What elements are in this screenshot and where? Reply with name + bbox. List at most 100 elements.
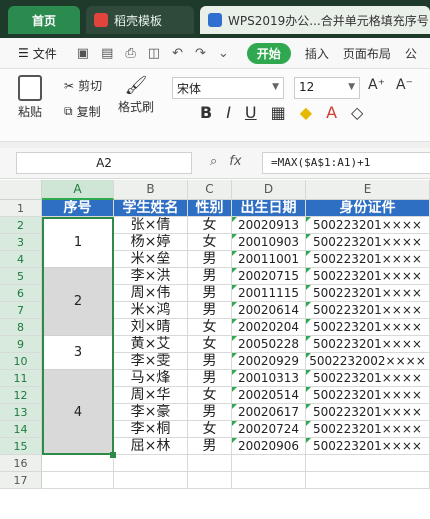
- paste-button[interactable]: 粘贴: [18, 75, 42, 120]
- more-icon[interactable]: ⌄: [218, 46, 229, 61]
- save-icon[interactable]: ▣: [77, 46, 89, 61]
- zoom-icon[interactable]: ⌕: [210, 154, 217, 169]
- fill-color-icon[interactable]: ◆: [300, 103, 312, 122]
- data-cell[interactable]: 李×雯: [114, 353, 188, 370]
- data-cell[interactable]: 500223201××××: [306, 234, 430, 251]
- row-header-8[interactable]: 8: [0, 319, 42, 336]
- row-header-16[interactable]: 16: [0, 455, 42, 472]
- data-cell[interactable]: 500223201××××: [306, 370, 430, 387]
- increase-font-icon[interactable]: A⁺: [368, 77, 385, 93]
- header-cell-seq[interactable]: 序号: [42, 200, 114, 217]
- data-cell[interactable]: 周×华: [114, 387, 188, 404]
- column-header-e[interactable]: E: [306, 180, 430, 200]
- empty-cell[interactable]: [306, 455, 430, 472]
- data-cell[interactable]: 男: [188, 251, 232, 268]
- data-cell[interactable]: 屈×林: [114, 438, 188, 455]
- data-cell[interactable]: 女: [188, 217, 232, 234]
- empty-cell[interactable]: [306, 472, 430, 489]
- data-cell[interactable]: 黄×艾: [114, 336, 188, 353]
- empty-cell[interactable]: [188, 472, 232, 489]
- data-cell[interactable]: 500223201××××: [306, 336, 430, 353]
- row-header-11[interactable]: 11: [0, 370, 42, 387]
- header-cell-birth[interactable]: 出生日期: [232, 200, 306, 217]
- data-cell[interactable]: 20020906: [232, 438, 306, 455]
- data-cell[interactable]: 周×伟: [114, 285, 188, 302]
- border-icon[interactable]: ▦: [271, 103, 286, 122]
- data-cell[interactable]: 500223201××××: [306, 251, 430, 268]
- row-header-4[interactable]: 4: [0, 251, 42, 268]
- column-header-c[interactable]: C: [188, 180, 232, 200]
- data-cell[interactable]: 米×鸿: [114, 302, 188, 319]
- select-all-corner[interactable]: [0, 180, 42, 200]
- data-cell[interactable]: 5002232002××××: [306, 353, 430, 370]
- formula-input[interactable]: =MAX($A$1:A1)+1: [262, 152, 430, 174]
- empty-cell[interactable]: [188, 455, 232, 472]
- merged-seq-cell[interactable]: 2: [42, 268, 114, 336]
- data-cell[interactable]: 女: [188, 234, 232, 251]
- row-header-12[interactable]: 12: [0, 387, 42, 404]
- data-cell[interactable]: 李×洪: [114, 268, 188, 285]
- row-header-5[interactable]: 5: [0, 268, 42, 285]
- copy-button[interactable]: ⧉ 复制: [64, 103, 101, 120]
- row-header-15[interactable]: 15: [0, 438, 42, 455]
- row-header-2[interactable]: 2: [0, 217, 42, 234]
- data-cell[interactable]: 男: [188, 438, 232, 455]
- decrease-font-icon[interactable]: A⁻: [396, 77, 413, 93]
- font-color-icon[interactable]: A: [326, 103, 337, 122]
- data-cell[interactable]: 米×垒: [114, 251, 188, 268]
- font-size-select[interactable]: 12 ▼: [294, 77, 360, 99]
- data-cell[interactable]: 500223201××××: [306, 285, 430, 302]
- row-header-14[interactable]: 14: [0, 421, 42, 438]
- tab-page-layout[interactable]: 页面布局: [343, 45, 391, 62]
- data-cell[interactable]: 女: [188, 319, 232, 336]
- data-cell[interactable]: 李×豪: [114, 404, 188, 421]
- name-box[interactable]: A2: [16, 152, 192, 174]
- data-cell[interactable]: 男: [188, 370, 232, 387]
- tab-document[interactable]: WPS2019办公...合并单元格填充序号: [200, 6, 430, 34]
- empty-cell[interactable]: [42, 472, 114, 489]
- print-preview-icon[interactable]: ◫: [148, 46, 160, 61]
- data-cell[interactable]: 女: [188, 421, 232, 438]
- data-cell[interactable]: 20020724: [232, 421, 306, 438]
- data-cell[interactable]: 男: [188, 268, 232, 285]
- row-header-17[interactable]: 17: [0, 472, 42, 489]
- row-header-13[interactable]: 13: [0, 404, 42, 421]
- data-cell[interactable]: 杨×婷: [114, 234, 188, 251]
- data-cell[interactable]: 20020614: [232, 302, 306, 319]
- row-header-6[interactable]: 6: [0, 285, 42, 302]
- tab-start[interactable]: 开始: [246, 42, 291, 64]
- data-cell[interactable]: 男: [188, 285, 232, 302]
- redo-icon[interactable]: ↷: [195, 46, 206, 61]
- data-cell[interactable]: 20020617: [232, 404, 306, 421]
- data-cell[interactable]: 20020204: [232, 319, 306, 336]
- bold-icon[interactable]: B: [200, 103, 212, 122]
- data-cell[interactable]: 20020913: [232, 217, 306, 234]
- data-cell[interactable]: 20020715: [232, 268, 306, 285]
- tab-formulas[interactable]: 公: [405, 45, 417, 62]
- data-cell[interactable]: 女: [188, 336, 232, 353]
- data-cell[interactable]: 500223201××××: [306, 268, 430, 285]
- data-cell[interactable]: 男: [188, 302, 232, 319]
- data-cell[interactable]: 马×烽: [114, 370, 188, 387]
- data-cell[interactable]: 男: [188, 404, 232, 421]
- data-cell[interactable]: 女: [188, 387, 232, 404]
- data-cell[interactable]: 20011115: [232, 285, 306, 302]
- tab-insert[interactable]: 插入: [305, 45, 329, 62]
- data-cell[interactable]: 刘×晴: [114, 319, 188, 336]
- column-header-a[interactable]: A: [42, 180, 114, 200]
- row-header-9[interactable]: 9: [0, 336, 42, 353]
- data-cell[interactable]: 20020929: [232, 353, 306, 370]
- row-header-3[interactable]: 3: [0, 234, 42, 251]
- data-cell[interactable]: 20010903: [232, 234, 306, 251]
- data-cell[interactable]: 500223201××××: [306, 302, 430, 319]
- row-header-10[interactable]: 10: [0, 353, 42, 370]
- data-cell[interactable]: 20050228: [232, 336, 306, 353]
- empty-cell[interactable]: [232, 472, 306, 489]
- header-cell-id[interactable]: 身份证件: [306, 200, 430, 217]
- underline-icon[interactable]: U: [245, 103, 257, 122]
- merged-seq-cell[interactable]: 1: [42, 217, 114, 268]
- data-cell[interactable]: 500223201××××: [306, 421, 430, 438]
- column-header-d[interactable]: D: [232, 180, 306, 200]
- fx-icon[interactable]: fx: [229, 154, 241, 169]
- data-cell[interactable]: 20011001: [232, 251, 306, 268]
